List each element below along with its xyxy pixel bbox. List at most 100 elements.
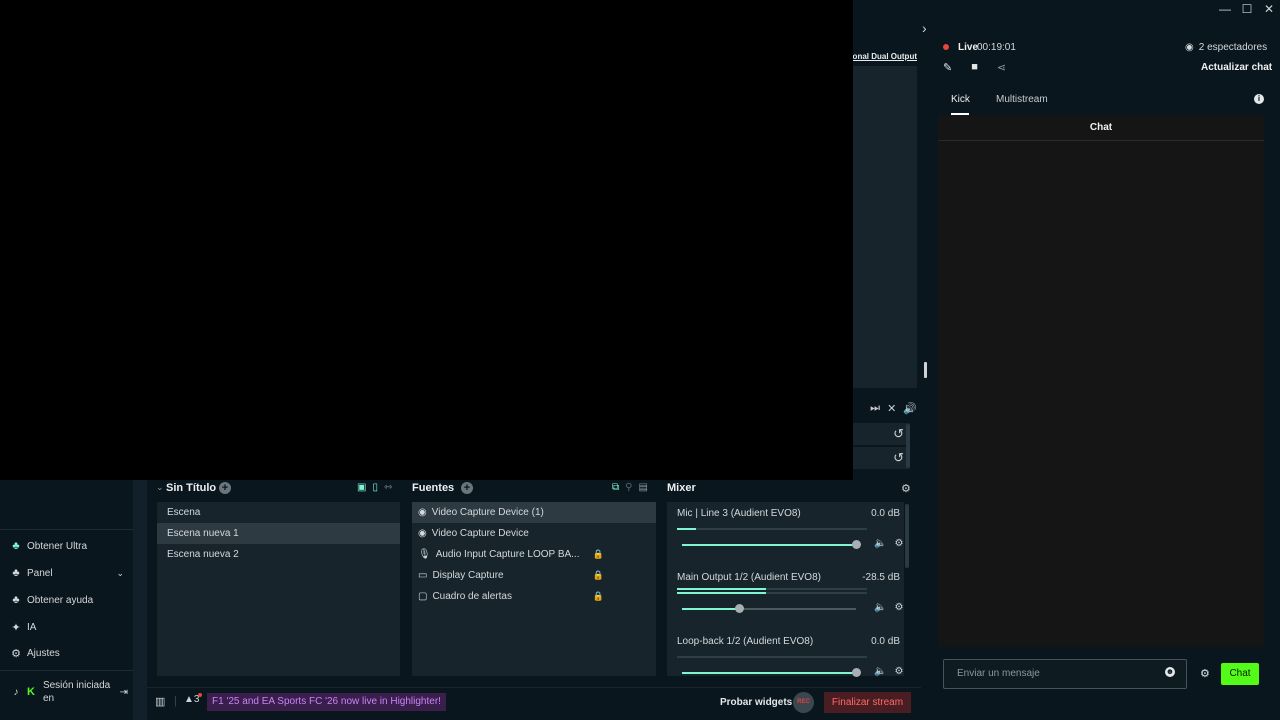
webcam-icon: ◉ (418, 507, 427, 518)
side-panel-box (853, 66, 917, 388)
panel-icon: ♣ (12, 567, 20, 579)
tab-kick[interactable]: Kick (951, 94, 970, 105)
maximize-button[interactable]: ☐ (1236, 0, 1258, 18)
scene-item[interactable]: Escena nueva 1 (157, 523, 400, 544)
scrollbar[interactable] (906, 424, 910, 468)
lock-icon[interactable]: 🔒 (593, 544, 604, 565)
send-chat-button[interactable]: Chat (1221, 663, 1259, 685)
help-icon: ♣ (12, 594, 20, 606)
chat-input[interactable]: Enviar un mensaje (943, 659, 1187, 689)
filter-icon[interactable]: ⚲ (625, 482, 632, 493)
transition-icon[interactable]: ⇿ (384, 482, 392, 493)
mixer-channel-db: 0.0 dB (871, 508, 900, 519)
record-button[interactable]: REC (793, 692, 814, 713)
volume-slider[interactable] (682, 540, 861, 549)
tab-multistream[interactable]: Multistream (996, 94, 1048, 105)
lock-icon[interactable]: 🔒 (593, 565, 604, 586)
session-row[interactable]: ♪ K Sesión iniciada en ⇥ (10, 679, 129, 705)
audio-meter (677, 656, 867, 658)
close-button[interactable]: ✕ (1258, 0, 1280, 18)
gear-icon[interactable]: ⚙ (894, 666, 903, 677)
nav-obtener-ultra[interactable]: ♣ Obtener Ultra (10, 540, 87, 552)
dual-output-icon[interactable]: ⧉ (612, 482, 619, 493)
speaker-icon[interactable]: 🔈 (874, 602, 886, 613)
viewers-label: 2 espectadores (1198, 42, 1268, 53)
end-stream-button[interactable]: Finalizar stream (824, 692, 911, 713)
camera-icon[interactable]: ■ (971, 61, 978, 74)
dual-output-link[interactable]: Optional Dual Output (853, 52, 917, 61)
notification-dot (198, 693, 202, 697)
nav-label: Obtener ayuda (27, 594, 94, 606)
nav-obtener-ayuda[interactable]: ♣ Obtener ayuda (10, 594, 93, 606)
live-indicator-icon (943, 44, 949, 50)
sources-title: Fuentes (412, 482, 455, 494)
volume-slider[interactable] (682, 604, 856, 613)
minimize-button[interactable]: — (1214, 0, 1236, 18)
viewer-count: ◉ 2 espectadores (1185, 42, 1267, 53)
monitor-icon: ▭ (418, 570, 428, 581)
test-widgets-button[interactable]: Probar widgets (720, 697, 792, 708)
scene-collection-title[interactable]: Sin Título (166, 482, 216, 494)
nav-ajustes[interactable]: ⚙ Ajustes (10, 647, 60, 660)
news-ticker[interactable]: F1 '25 and EA Sports FC '26 now live in … (207, 693, 446, 711)
mixer-title: Mixer (667, 482, 696, 494)
refresh-icon[interactable]: ↺ (893, 426, 904, 441)
source-item[interactable]: ◉ Video Capture Device (1) (412, 502, 656, 523)
kick-logo-icon: K (27, 686, 35, 698)
add-scene-icon[interactable]: + (219, 482, 231, 494)
refresh-row: ↺ (853, 447, 910, 469)
refresh-chat-button[interactable]: Actualizar chat (1201, 62, 1272, 73)
chevron-right-icon[interactable]: › (922, 20, 927, 36)
nav-panel[interactable]: ♣ Panel ⌄ (10, 567, 124, 579)
audio-meter (677, 592, 867, 594)
source-label: Video Capture Device (1) (431, 507, 544, 518)
emoji-icon[interactable]: ☻ (1165, 667, 1175, 677)
nav-label: Panel (27, 567, 53, 579)
mixer-scrollbar[interactable] (905, 504, 909, 568)
source-item[interactable]: ◉ Video Capture Device (412, 523, 656, 544)
mixer-channel-controls: 🔈 ⚙ (874, 666, 903, 677)
audio-meter (677, 588, 867, 590)
skip-icon[interactable]: ⏭ (870, 402, 880, 415)
mute-crossed-icon[interactable]: ✕ (887, 402, 896, 415)
scene-item[interactable]: Escena (157, 502, 400, 523)
scene-toolbar: ▣ ▯ ⇿ (357, 482, 392, 493)
volume-slider-fill (682, 608, 740, 610)
mixer-channel-name: Mic | Line 3 (Audient EVO8) (677, 508, 801, 519)
logout-icon[interactable]: ⇥ (120, 687, 128, 698)
folder-icon[interactable]: ▤ (638, 482, 647, 493)
volume-slider-handle[interactable] (852, 668, 861, 677)
stream-actions: ✎ ■ ⋖ (943, 61, 1006, 74)
lock-icon[interactable]: 🔒 (593, 586, 604, 607)
resize-handle[interactable] (924, 362, 927, 378)
speaker-icon[interactable]: 🔈 (874, 538, 886, 549)
volume-slider-fill (682, 672, 856, 674)
vertical-view-icon[interactable]: ▯ (372, 482, 378, 493)
add-source-icon[interactable]: + (461, 482, 473, 494)
divider: | (174, 695, 177, 707)
refresh-icon[interactable]: ↺ (893, 450, 904, 465)
nav-label: Obtener Ultra (27, 540, 88, 552)
mixer-channel-controls: 🔈 ⚙ (874, 602, 903, 613)
source-item[interactable]: ▭ Display Capture 🔒 (412, 565, 656, 586)
mixer-channel-name: Loop-back 1/2 (Audient EVO8) (677, 636, 814, 647)
source-item[interactable]: ▢ Cuadro de alertas 🔒 (412, 586, 656, 607)
warning-icon: ▲ (184, 694, 194, 705)
share-icon[interactable]: ⋖ (997, 61, 1006, 74)
scene-item[interactable]: Escena nueva 2 (157, 544, 400, 565)
chat-settings-icon[interactable]: ⚙ (1200, 667, 1210, 680)
mixer-settings-icon[interactable]: ⚙ (901, 482, 911, 495)
volume-slider-handle[interactable] (852, 540, 861, 549)
speaker-icon[interactable]: 🔈 (874, 666, 886, 677)
gear-icon[interactable]: ⚙ (894, 602, 903, 613)
volume-slider[interactable] (682, 668, 861, 677)
desktop-view-icon[interactable]: ▣ (357, 482, 366, 493)
nav-ia[interactable]: ✦ IA (10, 621, 36, 634)
collapse-icon[interactable]: ⌄ (156, 482, 164, 493)
source-item[interactable]: 🎙 Audio Input Capture LOOP BA... 🔒 (412, 544, 656, 565)
stats-icon[interactable]: ▥ (155, 695, 165, 708)
gear-icon[interactable]: ⚙ (894, 538, 903, 549)
info-icon[interactable]: i (1254, 94, 1264, 104)
edit-icon[interactable]: ✎ (943, 61, 952, 74)
speaker-icon[interactable]: 🔊 (903, 402, 917, 415)
